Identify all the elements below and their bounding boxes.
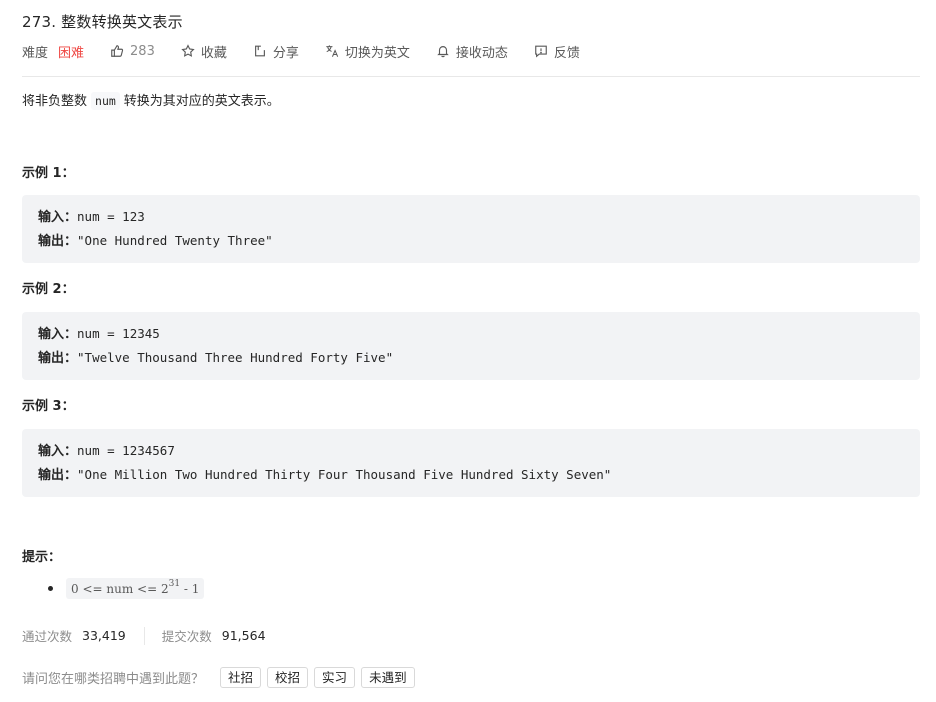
share-label: 分享 — [272, 45, 299, 61]
example-3-input: num = 1234567 — [77, 443, 175, 458]
example-3-output-line: 输出： "One Million Two Hundred Thirty Four … — [38, 463, 920, 487]
switch-language-button[interactable]: 切换为英文 — [325, 42, 410, 61]
like-button[interactable]: 283 — [110, 44, 155, 59]
bullet — [48, 586, 53, 591]
survey-option-not-encountered[interactable]: 未遇到 — [361, 667, 415, 688]
share-icon — [254, 45, 265, 57]
header-divider — [22, 76, 920, 77]
example-1-output: "One Hundred Twenty Three" — [77, 233, 273, 248]
example-2-input-line: 输入： num = 12345 — [38, 322, 920, 346]
example-2-output-line: 输出： "Twelve Thousand Three Hundred Forty … — [38, 346, 920, 370]
stats-divider — [143, 626, 145, 645]
example-2-output: "Twelve Thousand Three Hundred Forty Fiv… — [77, 350, 394, 365]
translate-icon — [326, 45, 339, 57]
feedback-label: 反馈 — [553, 45, 580, 61]
accepted-label: 通过次数 — [22, 629, 73, 644]
problem-title: 273. 整数转换英文表示 — [22, 13, 183, 31]
example-1-title: 示例 1： — [22, 166, 75, 181]
example-2-input: num = 12345 — [77, 326, 160, 341]
survey-question: 请问您在哪类招聘中遇到此题？ — [22, 672, 205, 687]
example-1-input-line: 输入： num = 123 — [38, 205, 920, 229]
description-suffix: 转换为其对应的英文表示。 — [123, 94, 280, 109]
interview-survey: 请问您在哪类招聘中遇到此题？ 社招 校招 实习 未遇到 — [22, 667, 421, 688]
submitted-value: 91,564 — [221, 628, 266, 643]
example-3-title: 示例 3： — [22, 399, 75, 414]
example-2-output-label: 输出： — [38, 351, 78, 366]
example-2-title: 示例 2： — [22, 282, 75, 297]
constraint-prefix: 0 <= num <= 2 — [71, 582, 169, 596]
survey-option-social-recruit[interactable]: 社招 — [220, 667, 262, 688]
example-1-box: 输入： num = 123 输出： "One Hundred Twenty Thre… — [22, 195, 920, 263]
difficulty-badge: 困难 — [58, 45, 85, 61]
feedback-button[interactable]: 反馈 — [534, 42, 580, 61]
example-1-input: num = 123 — [77, 209, 145, 224]
problem-toolbar: 难度 困难 283 收藏 分享 切换为英文 接收动态 反馈 — [22, 41, 606, 61]
example-2-box: 输入： num = 12345 输出： "Twelve Thousand Three… — [22, 312, 920, 380]
example-3-input-label: 输入： — [38, 444, 78, 459]
description-code: num — [91, 92, 120, 110]
hint-list-item: 0 <= num <= 231 - 1 — [48, 578, 205, 599]
thumbs-up-icon — [111, 45, 124, 57]
constraint-suffix: - 1 — [180, 582, 200, 596]
bell-icon — [437, 46, 449, 58]
constraint-exponent: 31 — [168, 579, 181, 589]
feedback-icon — [535, 45, 547, 58]
survey-option-internship[interactable]: 实习 — [314, 667, 356, 688]
example-2-input-label: 输入： — [38, 327, 78, 342]
example-1-input-label: 输入： — [38, 210, 78, 225]
example-1-output-line: 输出： "One Hundred Twenty Three" — [38, 229, 920, 253]
submitted-label: 提交次数 — [161, 629, 212, 644]
example-1-output-label: 输出： — [38, 234, 78, 249]
problem-description: 将非负整数 num 转换为其对应的英文表示。 — [22, 91, 280, 112]
description-prefix: 将非负整数 — [22, 94, 88, 109]
example-3-box: 输入： num = 1234567 输出： "One Million Two Hun… — [22, 429, 920, 497]
survey-option-campus-recruit[interactable]: 校招 — [267, 667, 309, 688]
example-3-output-label: 输出： — [38, 468, 78, 483]
difficulty-label: 难度 — [22, 45, 49, 61]
example-3-input-line: 输入： num = 1234567 — [38, 439, 920, 463]
example-3-output: "One Million Two Hundred Thirty Four Tho… — [77, 467, 612, 482]
subscribe-button[interactable]: 接收动态 — [436, 42, 508, 61]
subscribe-label: 接收动态 — [455, 45, 508, 61]
accepted-value: 33,419 — [82, 628, 126, 643]
switch-language-label: 切换为英文 — [344, 45, 410, 61]
hints-title: 提示： — [22, 550, 62, 565]
share-button[interactable]: 分享 — [253, 42, 299, 61]
star-icon — [181, 44, 195, 57]
favorite-label: 收藏 — [200, 45, 227, 61]
constraint-code: 0 <= num <= 231 - 1 — [66, 578, 205, 599]
favorite-button[interactable]: 收藏 — [181, 42, 227, 61]
submission-stats: 通过次数 33,419 提交次数 91,564 — [22, 626, 266, 645]
like-count: 283 — [130, 43, 155, 59]
